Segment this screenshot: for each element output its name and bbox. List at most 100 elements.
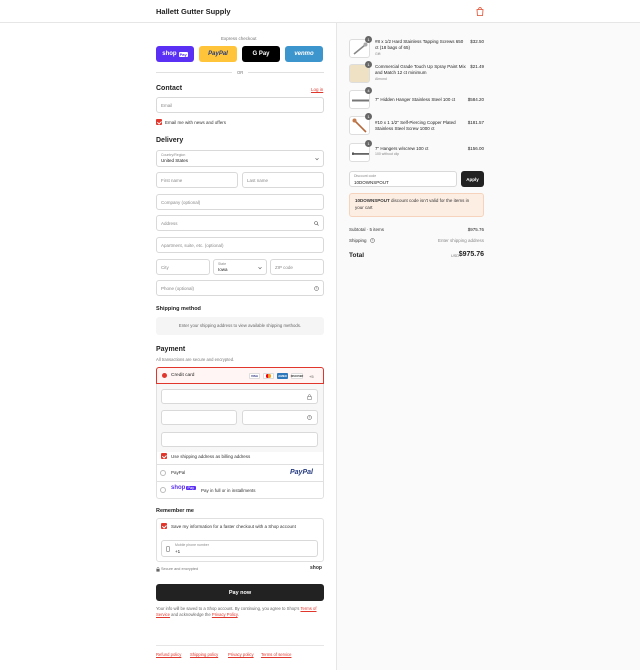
card-number-field[interactable] [161, 389, 318, 404]
apartment-placeholder: Apartment, suite, etc. (optional) [161, 243, 224, 248]
subtotal-value: $975.76 [467, 227, 484, 232]
discover-logo: DISCOVER [290, 373, 304, 379]
delivery-heading: Delivery [156, 137, 184, 144]
news-label: Email me with news and offers [165, 120, 226, 125]
zip-field[interactable]: ZIP code [270, 259, 324, 275]
save-info-checkbox[interactable] [161, 523, 167, 529]
privacy-link[interactable]: Privacy Policy [212, 612, 238, 617]
last-name-field[interactable]: Last name [242, 172, 324, 188]
phone-field[interactable]: Phone (optional) ? [156, 280, 324, 296]
shop-logo: shop [310, 565, 322, 571]
security-code-field[interactable]: ? [242, 410, 318, 425]
legal-text-part: . [237, 612, 239, 618]
mobile-phone-value: +1 [175, 549, 181, 554]
total-label: Total [349, 252, 365, 259]
city-placeholder: City [161, 265, 169, 270]
login-link[interactable]: Log in [311, 87, 323, 92]
shop-pay-button[interactable]: shop Pay [156, 46, 194, 62]
secure-label: Secure and encrypted [161, 567, 199, 571]
total-value: $975.76 [458, 251, 484, 258]
country-select[interactable]: Country/Region United States [156, 150, 324, 167]
help-circle-icon[interactable]: ? [314, 286, 319, 291]
or-divider-left [156, 72, 232, 73]
refund-policy-link[interactable]: Refund policy [156, 652, 181, 657]
venmo-button[interactable]: venmo [285, 46, 323, 62]
company-placeholder: Company (optional) [161, 200, 201, 205]
shop-pay-radio[interactable] [160, 487, 166, 493]
mastercard-logo [263, 373, 274, 379]
product-price: $156.00 [467, 146, 484, 151]
help-circle-icon[interactable]: ? [370, 238, 375, 243]
amex-logo: AMEX [277, 373, 288, 379]
shipping-method-notice-text: Enter your shipping address to view avai… [178, 323, 302, 328]
billing-label: Use shipping address as billing address [171, 454, 251, 459]
mobile-phone-field[interactable]: Mobile phone number +1 [161, 540, 318, 557]
payment-divider [156, 481, 324, 482]
product-thumbnail: 1 [349, 113, 372, 135]
contact-heading: Contact [156, 85, 183, 92]
name-on-card-field[interactable] [161, 432, 318, 447]
terms-of-service-link[interactable]: Terms of service [261, 652, 291, 657]
product-name: 7" Hidden Hanger Stainless Steel 100 ct [375, 97, 456, 102]
shopping-bag-icon[interactable] [476, 7, 484, 16]
chevron-down-icon [315, 157, 319, 161]
svg-text:?: ? [316, 287, 318, 291]
column-divider [336, 23, 337, 670]
shipping-policy-link[interactable]: Shipping policy [190, 652, 218, 657]
address-placeholder: Address [161, 221, 178, 226]
save-info-label: Save my information for a faster checkou… [171, 524, 296, 529]
paypal-express-button[interactable]: PayPal [199, 46, 237, 62]
or-label: OR [237, 70, 244, 75]
shipping-method-heading: Shipping method [156, 306, 201, 312]
address-field[interactable]: Address [156, 215, 324, 231]
discount-error-code: 10DOWNSPOUT [355, 198, 390, 203]
expiration-date-field[interactable] [161, 410, 237, 425]
quantity-badge: 1 [365, 61, 372, 68]
billing-checkbox[interactable] [161, 453, 167, 459]
store-name[interactable]: Hallett Gutter Supply [156, 7, 231, 16]
google-pay-button[interactable]: G Pay [242, 46, 280, 62]
privacy-policy-link[interactable]: Privacy policy [228, 652, 254, 657]
news-checkbox[interactable] [156, 119, 162, 125]
product-variant: Gift [375, 52, 381, 56]
state-select[interactable]: State Iowa [213, 259, 267, 275]
shipping-method-notice: Enter your shipping address to view avai… [156, 317, 324, 335]
product-name: #8 x 1/2 Hard Stainless Tapping Screws 6… [375, 39, 464, 51]
product-price: $32.50 [470, 39, 484, 44]
apartment-field[interactable]: Apartment, suite, etc. (optional) [156, 237, 324, 253]
product-thumbnail: 4 [349, 87, 372, 109]
quantity-badge: 1 [365, 113, 372, 120]
country-caption: Country/Region [161, 153, 186, 157]
first-name-field[interactable]: First name [156, 172, 238, 188]
shop-pay-option-badge: Pay [186, 486, 196, 490]
or-divider-right [248, 72, 324, 73]
product-variant: 100 without clip [375, 152, 400, 156]
help-circle-icon[interactable]: ? [307, 415, 312, 420]
paypal-option-label[interactable]: PayPal [171, 470, 185, 475]
product-name: #10 x 1 1/2" Self-Piercing Copper Plated… [375, 120, 456, 132]
svg-text:?: ? [372, 239, 374, 243]
product-price: $584.20 [467, 97, 484, 102]
discount-code-caption: Discount code [354, 174, 377, 178]
product-thumbnail: 1 [349, 140, 372, 162]
company-field[interactable]: Company (optional) [156, 194, 324, 210]
more-cards-label: +5 [309, 374, 314, 379]
discount-code-field[interactable]: Discount code 10DOWNSPOUT [349, 171, 457, 187]
chevron-down-icon [258, 266, 262, 270]
paypal-radio[interactable] [160, 470, 166, 476]
mobile-phone-caption: Mobile phone number [175, 543, 209, 547]
pay-now-button[interactable]: Pay now [156, 584, 324, 601]
product-thumbnail: 1 [349, 61, 372, 83]
email-field[interactable]: Email [156, 97, 324, 113]
discount-error-banner: 10DOWNSPOUT discount code isn't valid fo… [349, 193, 484, 217]
site-header: Hallett Gutter Supply [0, 0, 640, 23]
city-field[interactable]: City [156, 259, 210, 275]
first-name-placeholder: First name [161, 178, 183, 183]
credit-card-radio[interactable] [162, 373, 167, 378]
payment-heading: Payment [156, 346, 186, 353]
state-value: Iowa [218, 267, 228, 272]
apply-button[interactable]: Apply [461, 171, 484, 187]
remember-me-heading: Remember me [156, 508, 194, 514]
legal-text: Your info will be saved to a Shop accoun… [156, 606, 328, 618]
shop-pay-option-label[interactable]: Pay in full or in installments [201, 488, 256, 493]
